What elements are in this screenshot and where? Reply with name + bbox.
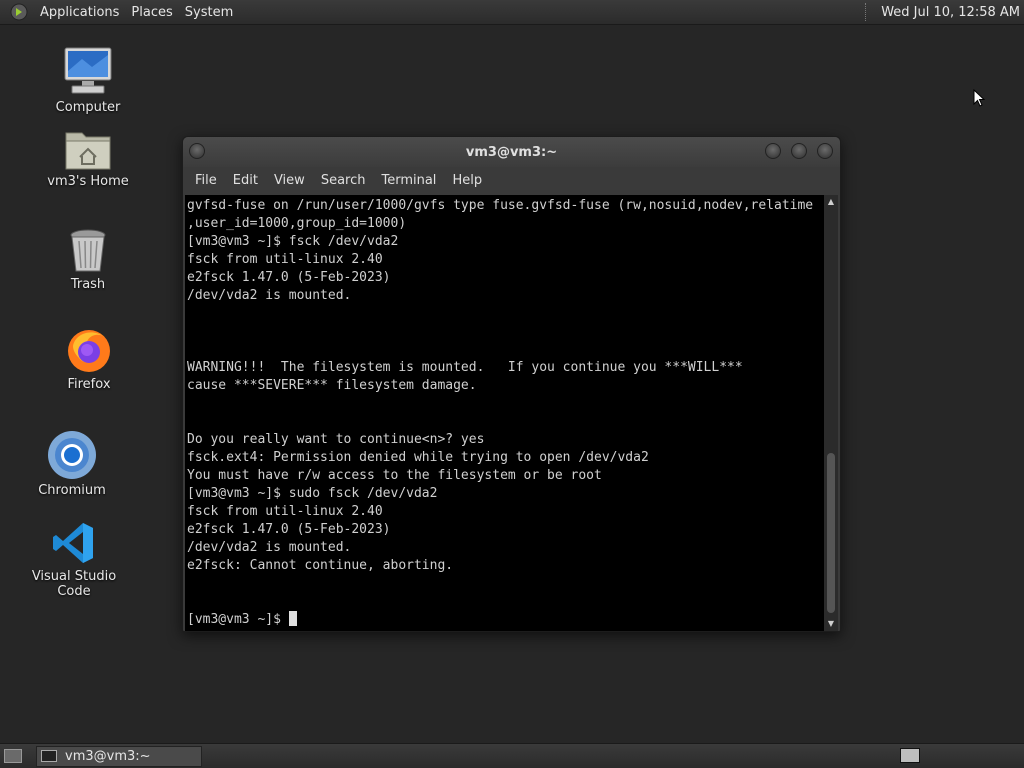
taskbar-item-terminal[interactable]: vm3@vm3:~ [36,745,202,767]
desktop-icon-chromium[interactable]: Chromium [17,430,127,498]
terminal-line: /dev/vda2 is mounted. [187,540,352,555]
scroll-down-arrow-icon[interactable]: ▼ [824,617,838,631]
menu-terminal[interactable]: Terminal [373,167,444,195]
clock[interactable]: Wed Jul 10, 12:58 AM [875,0,1020,25]
menu-file[interactable]: File [187,167,225,195]
terminal-window[interactable]: vm3@vm3:~ File Edit View Search Terminal… [182,136,841,632]
desktop-icon-label: Visual Studio Code [31,569,117,599]
desktop-icon-label: Chromium [38,483,106,498]
terminal-prompt: [vm3@vm3 ~]$ [187,612,289,627]
menu-view[interactable]: View [266,167,313,195]
firefox-icon [68,330,110,372]
applications-menu[interactable]: Applications [34,0,125,25]
desktop-icon-label: vm3's Home [47,174,129,189]
desktop-icon-label: Computer [55,100,121,115]
desktop-icon-home[interactable]: vm3's Home [33,127,143,189]
desktop-icon-label: Trash [70,277,106,292]
panel-separator [865,3,867,21]
maximize-button[interactable] [791,143,807,159]
desktop-icon-vscode[interactable]: Visual Studio Code [19,520,129,599]
terminal-line: cause ***SEVERE*** filesystem damage. [187,378,477,393]
window-menubar: File Edit View Search Terminal Help [183,167,840,195]
top-panel: Applications Places System Wed Jul 10, 1… [0,0,1024,25]
terminal-line: e2fsck 1.47.0 (5-Feb-2023) [187,522,391,537]
scrollbar-thumb[interactable] [827,453,835,613]
menu-search[interactable]: Search [313,167,374,195]
minimize-button[interactable] [765,143,781,159]
desktop-icon-label: Firefox [67,377,111,392]
desktop-icon-trash[interactable]: Trash [33,228,143,292]
terminal-line: ,user_id=1000,group_id=1000) [187,216,407,231]
menu-help[interactable]: Help [444,167,490,195]
terminal-line: fsck from util-linux 2.40 [187,504,383,519]
bottom-panel: vm3@vm3:~ [0,743,1024,768]
desktop-icon-firefox[interactable]: Firefox [34,326,144,392]
menu-edit[interactable]: Edit [225,167,266,195]
terminal-line: [vm3@vm3 ~]$ fsck /dev/vda2 [187,234,399,249]
vscode-icon [53,523,93,563]
show-desktop-icon[interactable] [4,749,22,763]
terminal-line: You must have r/w access to the filesyst… [187,468,602,483]
workspace-switcher[interactable] [900,748,920,763]
terminal-prompt-line[interactable]: [vm3@vm3 ~]$ [187,611,826,629]
terminal-line: WARNING!!! The filesystem is mounted. If… [187,360,743,375]
terminal-line: e2fsck 1.47.0 (5-Feb-2023) [187,270,391,285]
taskbar-item-label: vm3@vm3:~ [65,748,151,764]
close-button[interactable] [817,143,833,159]
terminal-line: fsck.ext4: Permission denied while tryin… [187,450,649,465]
terminal-line: /dev/vda2 is mounted. [187,288,352,303]
window-title: vm3@vm3:~ [465,144,558,160]
terminal-line: fsck from util-linux 2.40 [187,252,383,267]
terminal-line: gvfsd-fuse on /run/user/1000/gvfs type f… [187,198,814,213]
system-menu[interactable]: System [179,0,239,25]
trash-icon [70,229,106,272]
text-cursor [288,611,297,626]
terminal-line: [vm3@vm3 ~]$ sudo fsck /dev/vda2 [187,486,438,501]
scroll-up-arrow-icon[interactable]: ▲ [824,195,838,209]
desktop-icon-computer[interactable]: Computer [33,45,143,115]
mouse-pointer-icon [973,89,985,107]
terminal-scrollbar[interactable]: ▲ ▼ [824,195,838,631]
chromium-icon [48,431,96,479]
computer-icon [64,47,112,94]
places-menu[interactable]: Places [125,0,178,25]
gnome-foot-icon[interactable] [10,3,28,21]
terminal-line: Do you really want to continue<n>? yes [187,432,485,447]
terminal-output[interactable]: gvfsd-fuse on /run/user/1000/gvfs type f… [185,195,826,631]
terminal-line: e2fsck: Cannot continue, aborting. [187,558,454,573]
window-titlebar[interactable]: vm3@vm3:~ [183,137,840,167]
home-folder-icon [65,132,111,170]
terminal-icon [41,750,57,762]
